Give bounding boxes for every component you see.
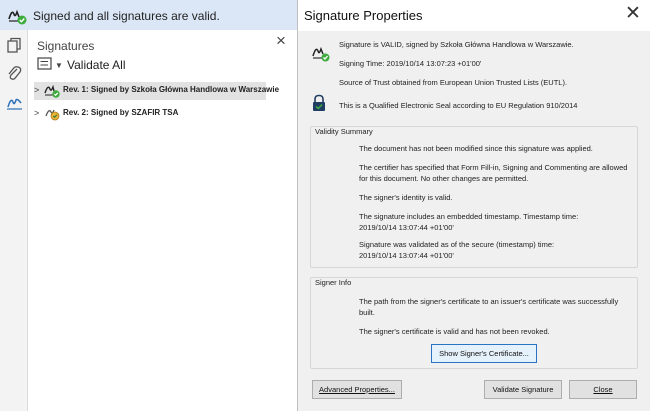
signature-status-banner: Signed and all signatures are valid. <box>0 0 297 30</box>
revision-row-1[interactable]: > Rev. 1: Signed by Szkoła Główna Handlo… <box>34 82 279 100</box>
seal-text: This is a Qualified Electronic Seal acco… <box>339 101 578 110</box>
signing-time-text: Signing Time: 2019/10/14 13:07:23 +01'00… <box>339 59 482 68</box>
revision-label: Rev. 1: Signed by Szkoła Główna Handlowa… <box>63 85 280 94</box>
advanced-properties-button[interactable]: Advanced Properties... <box>312 380 402 399</box>
signature-valid-icon <box>8 9 27 25</box>
validity-item: for this document. No other changes are … <box>359 174 529 183</box>
validity-item: Signature was validated as of the secure… <box>359 240 555 249</box>
lock-icon <box>313 94 325 111</box>
signatures-panel-title: Signatures <box>37 39 95 53</box>
signature-properties-dialog: Signature Properties ✕ Signature is VALI… <box>297 0 650 411</box>
signer-info-item: built. <box>359 308 375 317</box>
chevron-right-icon[interactable]: > <box>34 108 39 118</box>
validity-item: 2019/10/14 13:07:44 +01'00' <box>359 223 454 232</box>
attachment-icon[interactable] <box>6 65 23 82</box>
validity-summary-label: Validity Summary <box>315 127 373 136</box>
trust-source-text: Source of Trust obtained from European U… <box>339 78 568 87</box>
left-navigation-rail <box>0 30 28 411</box>
close-button[interactable]: Close <box>569 380 637 399</box>
pages-icon[interactable] <box>6 37 23 54</box>
dialog-title: Signature Properties <box>304 8 423 23</box>
signature-valid-icon <box>312 46 330 62</box>
signatures-panel: Signatures × ▼ Validate All > Rev. 1: Si… <box>28 30 297 411</box>
validity-item: The signature includes an embedded times… <box>359 212 579 221</box>
options-icon[interactable] <box>37 57 53 71</box>
validity-summary-group: Validity Summary The document has not be… <box>310 126 638 268</box>
timestamp-signature-icon <box>45 109 60 121</box>
show-certificate-button[interactable]: Show Signer's Certificate... <box>431 344 537 363</box>
validate-all-button[interactable]: Validate All <box>67 58 125 72</box>
signer-info-group: Signer Info The path from the signer's c… <box>310 277 638 369</box>
validate-signature-button[interactable]: Validate Signature <box>484 380 562 399</box>
signer-info-item: The path from the signer's certificate t… <box>359 297 619 306</box>
validity-item: The document has not been modified since… <box>359 144 593 153</box>
close-icon[interactable]: × <box>273 32 289 49</box>
signature-status-text: Signature is VALID, signed by Szkoła Głó… <box>339 40 574 49</box>
banner-text: Signed and all signatures are valid. <box>33 9 220 23</box>
close-icon[interactable]: ✕ <box>624 4 642 23</box>
signature-icon[interactable] <box>6 94 23 111</box>
signer-info-label: Signer Info <box>315 278 352 287</box>
revision-label: Rev. 2: Signed by SZAFIR TSA <box>63 108 179 117</box>
signer-info-item: The signer's certificate is valid and ha… <box>359 327 550 336</box>
validity-item: The certifier has specified that Form Fi… <box>359 163 628 172</box>
revision-row-2[interactable]: > Rev. 2: Signed by SZAFIR TSA <box>34 105 266 123</box>
signature-valid-icon <box>44 84 60 98</box>
validity-item: 2019/10/14 13:07:44 +01'00' <box>359 251 454 260</box>
dialog-titlebar: Signature Properties ✕ <box>298 0 650 31</box>
chevron-right-icon[interactable]: > <box>34 85 39 95</box>
validity-item: The signer's identity is valid. <box>359 193 453 202</box>
chevron-down-icon[interactable]: ▼ <box>55 61 63 70</box>
